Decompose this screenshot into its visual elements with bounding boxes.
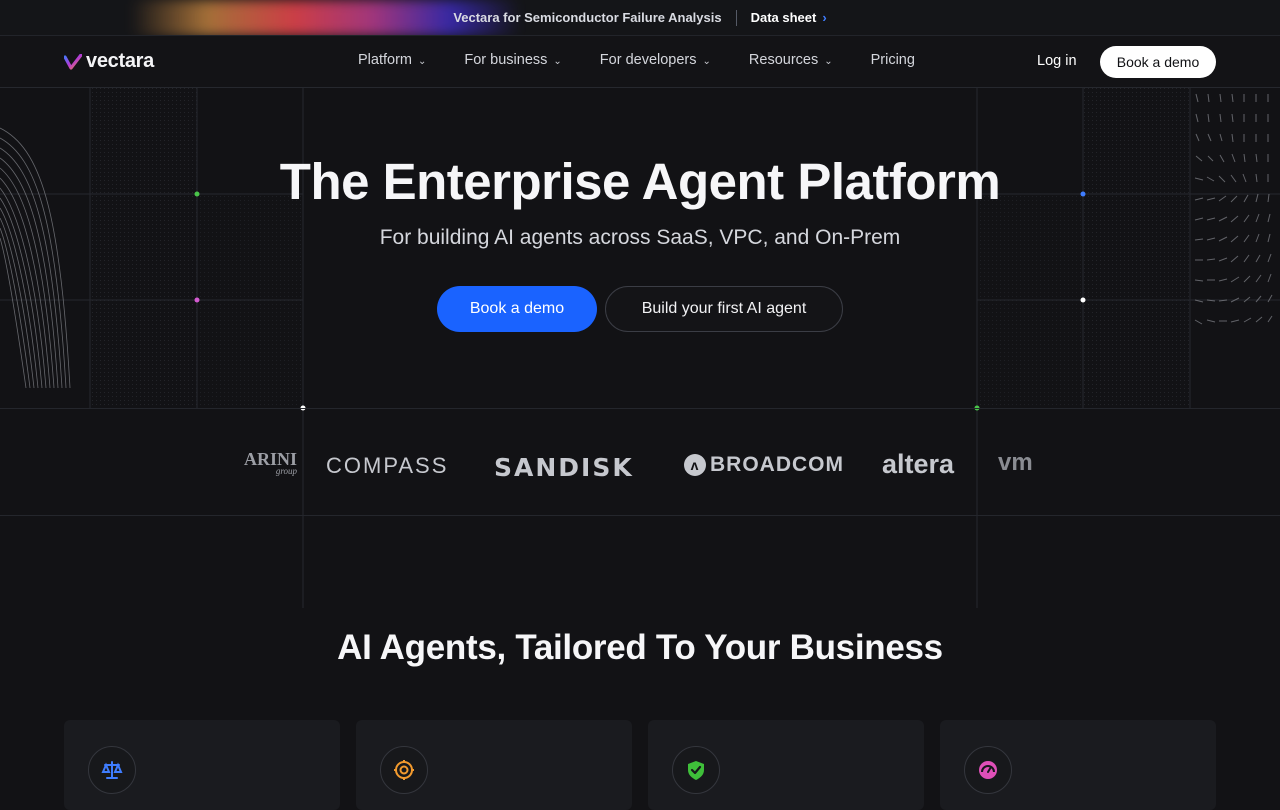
feature-card-4[interactable]	[940, 720, 1216, 810]
logo-compass: COMPASS	[326, 453, 449, 478]
build-agent-button[interactable]: Build your first AI agent	[605, 286, 843, 332]
hero-subtitle: For building AI agents across SaaS, VPC,…	[379, 226, 901, 249]
nav-item-for-business[interactable]: For business ⌄	[464, 52, 561, 68]
book-demo-nav-button[interactable]: Book a demo	[1100, 46, 1216, 78]
customer-logo-strip: ARINI group COMPASS SANDISK ʌ BROADCOM a…	[0, 408, 1280, 516]
nav-item-pricing[interactable]: Pricing	[871, 52, 915, 68]
section-title: AI Agents, Tailored To Your Business	[337, 628, 943, 667]
chevron-down-icon: ⌄	[418, 55, 427, 67]
hero-title: The Enterprise Agent Platform	[279, 153, 1001, 210]
nav-item-platform[interactable]: Platform ⌄	[358, 52, 426, 68]
logo-sandisk: SANDISK	[494, 453, 634, 482]
chevron-down-icon: ⌄	[824, 55, 833, 67]
chevron-down-icon: ⌄	[553, 55, 562, 67]
nav-item-for-developers[interactable]: For developers ⌄	[600, 52, 711, 68]
announcement-banner[interactable]: Vectara for Semiconductor Failure Analys…	[0, 0, 1280, 36]
chevron-down-icon: ⌄	[702, 55, 711, 67]
login-link[interactable]: Log in	[1037, 53, 1077, 69]
gauge-icon	[964, 746, 1012, 794]
feature-card-2[interactable]	[356, 720, 632, 810]
target-icon	[380, 746, 428, 794]
chevron-right-icon: ›	[822, 10, 827, 25]
banner-divider	[735, 9, 737, 26]
vectara-logo-mark-icon	[64, 53, 82, 70]
main-navigation: vectara Platform ⌄ For business ⌄ For deve…	[0, 36, 1280, 88]
feature-card-1[interactable]	[64, 720, 340, 810]
nav-item-resources[interactable]: Resources ⌄	[749, 52, 833, 68]
logo-altera: altera	[882, 449, 955, 479]
nav-menu: Platform ⌄ For business ⌄ For developers ⌄ …	[358, 52, 953, 68]
banner-title[interactable]: Vectara for Semiconductor Failure Analys…	[453, 10, 721, 25]
logo-vmware: vm	[998, 449, 1033, 476]
feature-card-3[interactable]	[648, 720, 924, 810]
scale-icon	[88, 746, 136, 794]
shield-check-icon	[672, 746, 720, 794]
logo-text: vectara	[86, 50, 154, 72]
logo-broadcom: ʌ BROADCOM	[684, 453, 844, 477]
broadcom-mark-icon: ʌ	[684, 454, 706, 476]
logo-arini: ARINI group	[244, 449, 298, 476]
book-demo-button[interactable]: Book a demo	[437, 286, 597, 332]
vectara-logo[interactable]: vectara	[64, 50, 154, 73]
banner-data-sheet-link[interactable]: Data sheet ›	[751, 10, 827, 25]
